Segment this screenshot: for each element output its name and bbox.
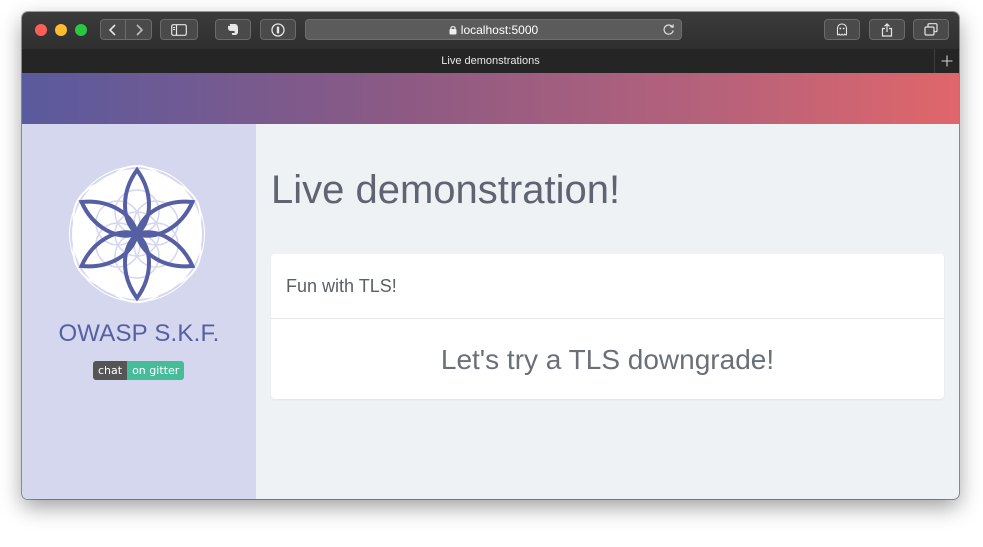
sidebar-toggle-button[interactable] <box>160 19 198 40</box>
card-body-text: Let's try a TLS downgrade! <box>440 343 775 375</box>
lock-icon <box>449 25 457 34</box>
sidebar-icon <box>171 23 187 36</box>
main-content: Live demonstration! Fun with TLS! Let's … <box>256 124 959 499</box>
history-nav <box>100 19 152 40</box>
share-icon <box>881 22 893 37</box>
back-button[interactable] <box>100 19 126 40</box>
ghostery-icon <box>836 22 848 36</box>
plus-icon <box>941 55 953 67</box>
password-manager-button[interactable] <box>260 19 296 40</box>
address-bar[interactable]: localhost:5000 <box>305 19 682 40</box>
badge-value: on gitter <box>127 361 185 380</box>
browser-toolbar: localhost:5000 <box>22 12 959 50</box>
chevron-left-icon <box>108 23 116 36</box>
page-title: Live demonstration! <box>271 168 621 212</box>
zoom-window-button[interactable] <box>75 24 87 36</box>
evernote-extension-button[interactable] <box>215 19 251 40</box>
evernote-icon <box>228 24 238 35</box>
forward-button[interactable] <box>126 19 152 40</box>
gitter-chat-badge[interactable]: chat on gitter <box>93 361 185 380</box>
url-text: localhost:5000 <box>460 22 539 37</box>
new-tab-button[interactable] <box>934 49 959 73</box>
ghostery-extension-button[interactable] <box>824 19 860 40</box>
tabs-overview-icon <box>924 23 938 36</box>
brand-name[interactable]: OWASP S.K.F. <box>22 320 256 348</box>
page-header-banner <box>22 73 959 124</box>
card-header: Fun with TLS! <box>271 254 944 319</box>
reload-icon <box>663 24 674 35</box>
flower-of-life-icon <box>69 165 205 303</box>
tab-live-demonstrations[interactable]: Live demonstrations <box>22 49 959 73</box>
tabs-overview-button[interactable] <box>913 19 949 40</box>
chevron-right-icon <box>135 23 143 36</box>
share-button[interactable] <box>869 19 905 40</box>
close-window-button[interactable] <box>35 24 47 36</box>
owasp-skf-logo[interactable] <box>67 164 207 309</box>
demo-card: Fun with TLS! Let's try a TLS downgrade! <box>271 254 944 399</box>
tab-bar: Live demonstrations <box>22 49 959 74</box>
browser-window: localhost:5000 Live demonstrations OWASP… <box>22 12 959 499</box>
1password-icon <box>271 22 285 37</box>
sidebar: OWASP S.K.F. chat on gitter <box>22 124 256 499</box>
minimize-window-button[interactable] <box>55 24 67 36</box>
reload-button[interactable] <box>662 23 675 39</box>
badge-label: chat <box>93 361 128 380</box>
address-bar-content: localhost:5000 <box>306 20 681 39</box>
